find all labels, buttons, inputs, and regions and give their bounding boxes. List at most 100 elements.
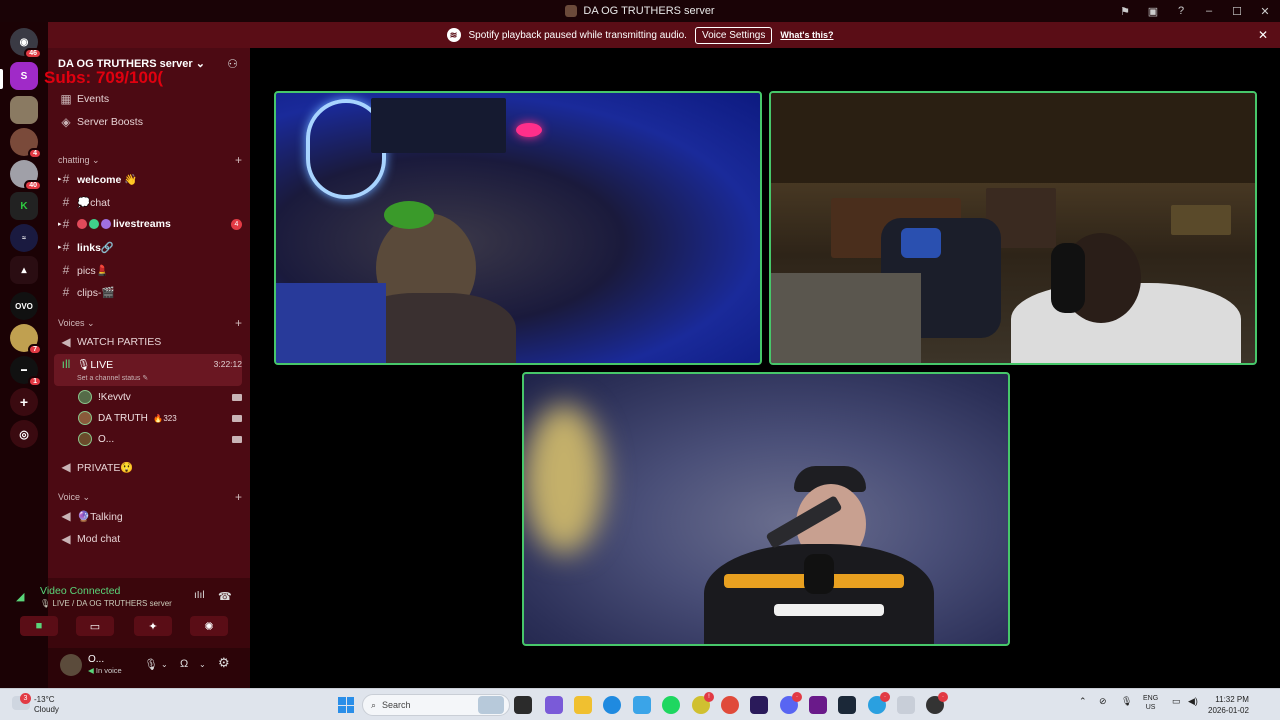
chevron-down-icon: ⌄ [87,317,95,328]
notepad-icon[interactable] [633,696,651,714]
taskbar-clock[interactable]: 11:32 PM 2026-01-02 [1208,694,1249,716]
discover-icon[interactable]: ◎ [10,420,38,448]
server-boosts-item[interactable]: ◈ Server Boosts [58,112,242,132]
server-icon[interactable]: OVO [10,292,38,320]
account-status: ◀ In voice [88,666,122,675]
mic-options-chevron-icon[interactable]: ⌄ [161,660,168,669]
server-icon[interactable]: ▴ [10,256,38,284]
voice-user[interactable]: DA TRUTH 🔥323 [78,409,242,427]
inbox-icon[interactable]: ▣ [1146,5,1160,18]
camera-toggle-button[interactable]: ■ [20,616,58,636]
category-voice[interactable]: Voice ⌄ + [58,490,242,504]
category-chatting[interactable]: chatting ⌄ + [58,153,242,167]
channel-links[interactable]: ▸ # links🔗 [58,237,242,257]
steam-icon[interactable] [838,696,856,714]
language-indicator[interactable]: ENG US [1143,694,1158,712]
channel-welcome[interactable]: ▸ # welcome 👋 [58,169,242,189]
next-app-icon[interactable] [809,696,827,714]
channel-label: pics💄 [77,264,109,277]
app-icon[interactable]: ! [692,692,714,714]
weather-widget[interactable]: -13°C Cloudy [34,695,59,715]
voice-channel-watch-parties[interactable]: ◀ WATCH PARTIES [58,332,242,352]
channel-label: 🎙LIVE [77,358,114,371]
video-tile[interactable] [769,91,1257,365]
task-view-icon[interactable] [514,696,532,714]
video-tile[interactable] [522,372,1010,646]
chevron-down-icon: ⌄ [82,491,91,502]
channel-chat[interactable]: # 💭chat [58,192,242,212]
voice-location[interactable]: 🎙 LIVE / DA OG TRUTHERS server [40,599,172,608]
screen-share-button[interactable]: ▭ [76,616,114,636]
voice-status[interactable]: Video Connected [40,585,120,597]
voice-channel-private[interactable]: ◀ PRIVATE😲 [58,457,242,477]
start-button[interactable] [338,697,354,713]
category-voices[interactable]: Voices ⌄ + [58,316,242,330]
minimize-button[interactable]: – [1202,5,1216,17]
direct-messages-icon[interactable]: ◉ 46 [10,28,42,59]
server-icon[interactable]: 40 [10,160,42,191]
obs-icon[interactable]: · [926,692,948,714]
telegram-icon[interactable]: · [868,692,890,714]
search-highlight-icon[interactable] [478,696,504,714]
server-icon[interactable]: 4 [10,128,42,159]
audio-options-chevron-icon[interactable]: ⌄ [199,660,206,669]
snipping-tool-icon[interactable] [897,696,915,714]
channel-pics[interactable]: # pics💄 [58,260,242,280]
chrome-icon[interactable] [721,696,739,714]
chair-accent [901,228,941,258]
disconnect-icon[interactable]: ☎ [218,590,232,603]
server-icon[interactable]: ≈ [10,224,38,252]
channel-label: 💭chat [77,196,110,209]
tray-overflow-icon[interactable]: ⌃ [1079,696,1087,707]
activities-button[interactable]: ✦ [134,616,172,636]
server-icon[interactable]: K [10,192,38,220]
microphone-tray-icon[interactable]: 🎙 [1121,696,1132,707]
microphone-icon[interactable]: 🎙 [144,658,158,671]
create-channel-icon[interactable]: + [235,490,242,504]
help-icon[interactable]: ? [1174,5,1188,17]
headphones-icon[interactable]: Ω [180,658,188,670]
channel-livestreams[interactable]: ▸ # livestreams 4 [58,214,242,234]
file-explorer-icon[interactable] [574,696,592,714]
volume-icon[interactable]: ◀) [1188,696,1198,707]
server-icon[interactable]: 7 [10,324,42,355]
voice-settings-button[interactable]: Voice Settings [694,26,773,44]
server-icon[interactable]: ▬ 1 [10,356,42,387]
inbox-flag-icon[interactable]: ⚑ [1118,5,1132,18]
invite-people-icon[interactable]: ⚇ [227,57,238,71]
discord-icon[interactable]: · [780,692,802,714]
gear-icon[interactable]: ⚙ [218,655,230,671]
close-notice-icon[interactable]: ✕ [1258,28,1268,42]
soundboard-button[interactable]: ✺ [190,616,228,636]
events-item[interactable]: ▦ Events [58,89,242,109]
channel-clips[interactable]: # clips-🎬 [58,282,242,302]
whats-this-link[interactable]: What's this? [780,30,833,40]
signal-icon[interactable]: ◢ [16,590,24,603]
premiere-icon[interactable] [750,696,768,714]
voice-channel-mod-chat[interactable]: ◀ Mod chat [58,529,242,549]
maximize-button[interactable]: ☐ [1230,5,1244,18]
copilot-icon[interactable] [545,696,563,714]
video-tile[interactable] [274,91,762,365]
close-window-button[interactable]: ✕ [1258,5,1272,18]
create-channel-icon[interactable]: + [235,153,242,167]
spotify-icon[interactable] [662,696,680,714]
temperature: -13°C [34,695,55,704]
server-icon-active[interactable]: S [10,62,38,90]
voice-channel-live-header: ıll 🎙LIVE 3:22:12 [58,354,242,374]
window-titlebar: DA OG TRUTHERS server ⚑ ▣ ? – ☐ ✕ [0,0,1280,22]
channel-status-prompt[interactable]: Set a channel status ✎ [77,374,148,382]
avatar[interactable] [60,654,82,676]
display-icon[interactable]: ▭ [1172,696,1181,707]
network-icon[interactable]: ⊘ [1099,696,1107,707]
speaker-icon: ◀ [61,460,71,474]
voice-user[interactable]: O... [78,430,242,448]
add-server-icon[interactable]: + [10,388,38,416]
voice-user[interactable]: !Kevvtv [78,388,242,406]
server-icon[interactable] [10,96,38,124]
channel-label: 🔮Talking [77,510,123,523]
edge-icon[interactable] [603,696,621,714]
create-channel-icon[interactable]: + [235,316,242,330]
noise-suppression-icon[interactable]: ıIıl [194,590,205,601]
voice-channel-talking[interactable]: ◀ 🔮Talking [58,506,242,526]
